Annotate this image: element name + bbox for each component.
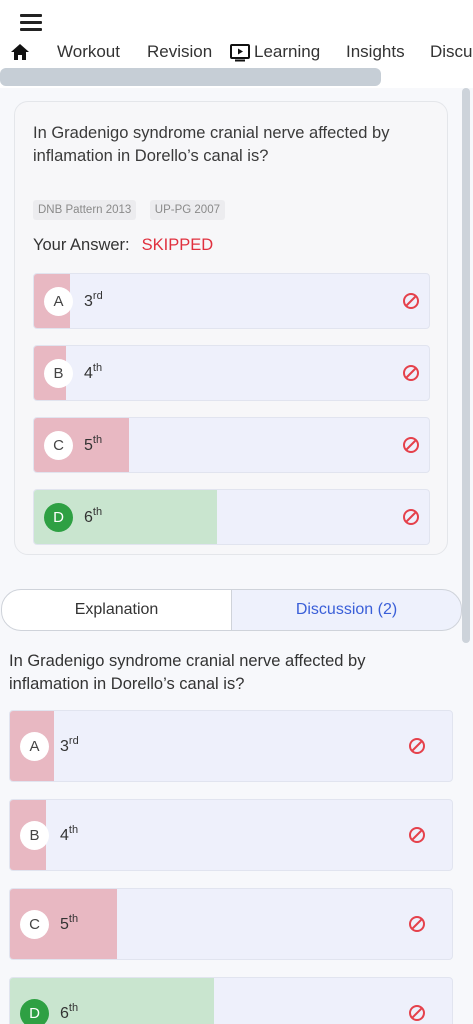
option-label-sup: th [92, 506, 103, 518]
tab-insights[interactable]: Insights [346, 42, 405, 62]
tab-discussion[interactable]: Discu [430, 42, 473, 62]
your-answer: Your Answer: SKIPPED [33, 236, 213, 255]
tab-discussion-count[interactable]: Discussion (2) [231, 589, 462, 631]
option-label-base: 3 [60, 738, 69, 755]
tab-revision[interactable]: Revision [147, 42, 212, 62]
option-label: 4th [84, 362, 102, 383]
option-label: 6th [84, 506, 102, 527]
your-answer-value: SKIPPED [141, 236, 214, 254]
option-label: 3rd [60, 735, 79, 756]
explanation-tabs: Explanation Discussion (2) [1, 589, 462, 631]
play-icon [230, 44, 250, 62]
question-text: In Gradenigo syndrome cranial nerve affe… [33, 124, 390, 165]
option-a[interactable]: A 3rd [9, 710, 453, 782]
vertical-scrollbar[interactable] [462, 88, 470, 643]
option-label-base: 5 [60, 916, 69, 933]
top-bar: Workout Revision Learning Insights Discu [0, 0, 473, 88]
option-label-sup: th [68, 913, 79, 925]
option-letter: B [44, 358, 73, 388]
tag: UP-PG 2007 [149, 200, 225, 220]
not-attempted-icon [403, 293, 419, 309]
option-label: 6th [60, 1002, 78, 1023]
option-label-sup: th [68, 1002, 79, 1014]
option-label-sup: rd [92, 290, 103, 302]
tab-learning[interactable]: Learning [254, 42, 320, 62]
option-b[interactable]: B 4th [9, 799, 453, 871]
explanation-question-text: In Gradenigo syndrome cranial nerve affe… [9, 652, 366, 693]
option-label-sup: th [68, 824, 79, 836]
tab-workout[interactable]: Workout [57, 42, 120, 62]
option-letter: C [20, 909, 49, 939]
option-letter: C [44, 430, 73, 460]
option-letter: D [20, 998, 49, 1024]
option-d[interactable]: D 6th [33, 489, 430, 545]
option-label-base: 4 [84, 365, 93, 382]
not-attempted-icon [409, 738, 425, 754]
option-c[interactable]: C 5th [33, 417, 430, 473]
not-attempted-icon [409, 1005, 425, 1021]
option-letter: A [20, 731, 49, 761]
not-attempted-icon [409, 916, 425, 932]
not-attempted-icon [409, 827, 425, 843]
option-b[interactable]: B 4th [33, 345, 430, 401]
option-label-base: 4 [60, 827, 69, 844]
option-label-base: 6 [84, 509, 93, 526]
nav-tabs: Workout Revision Learning Insights Discu [0, 40, 473, 66]
not-attempted-icon [403, 509, 419, 525]
option-c[interactable]: C 5th [9, 888, 453, 960]
tab-explanation[interactable]: Explanation [1, 589, 232, 631]
option-label: 3rd [84, 290, 103, 311]
option-letter: B [20, 820, 49, 850]
option-label-base: 3 [84, 293, 93, 310]
question-tags: DNB Pattern 2013 UP-PG 2007 [33, 200, 234, 220]
option-label-sup: th [92, 434, 103, 446]
tag: DNB Pattern 2013 [33, 200, 137, 220]
your-answer-label: Your Answer: [33, 236, 130, 254]
not-attempted-icon [403, 437, 419, 453]
hamburger-menu-icon[interactable] [20, 14, 44, 32]
option-letter: A [44, 286, 73, 316]
option-label-base: 5 [84, 437, 93, 454]
option-label-base: 6 [60, 1005, 69, 1022]
option-a[interactable]: A 3rd [33, 273, 430, 329]
option-label-sup: rd [68, 735, 79, 747]
option-d[interactable]: D 6th [9, 977, 453, 1024]
option-letter: D [44, 502, 73, 532]
option-label: 4th [60, 824, 78, 845]
horizontal-scrollbar[interactable] [0, 68, 381, 86]
option-label: 5th [84, 434, 102, 455]
option-label: 5th [60, 913, 78, 934]
option-label-sup: th [92, 362, 103, 374]
not-attempted-icon [403, 365, 419, 381]
